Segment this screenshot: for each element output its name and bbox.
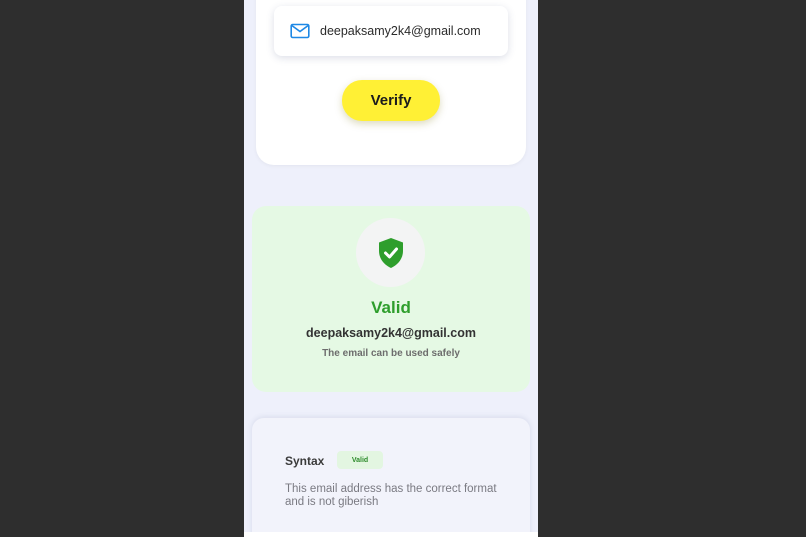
result-card: Valid deepaksamy2k4@gmail.com The email …	[252, 206, 530, 392]
email-input-value: deepaksamy2k4@gmail.com	[320, 24, 481, 38]
email-input[interactable]: deepaksamy2k4@gmail.com	[274, 6, 508, 56]
bottom-edge	[244, 532, 538, 537]
app-screen: deepaksamy2k4@gmail.com Verify Valid dee…	[244, 0, 538, 537]
syntax-status-badge: Valid	[337, 451, 383, 469]
details-card: Syntax Valid This email address has the …	[252, 418, 530, 537]
syntax-description: This email address has the correct forma…	[285, 483, 497, 508]
result-message: The email can be used safely	[322, 348, 460, 359]
shield-check-icon	[356, 218, 425, 287]
email-form-card: deepaksamy2k4@gmail.com Verify	[256, 0, 526, 165]
result-status: Valid	[371, 298, 411, 317]
mail-icon	[290, 23, 310, 39]
result-email: deepaksamy2k4@gmail.com	[306, 326, 476, 340]
syntax-label: Syntax	[285, 454, 325, 468]
verify-button[interactable]: Verify	[342, 80, 440, 121]
